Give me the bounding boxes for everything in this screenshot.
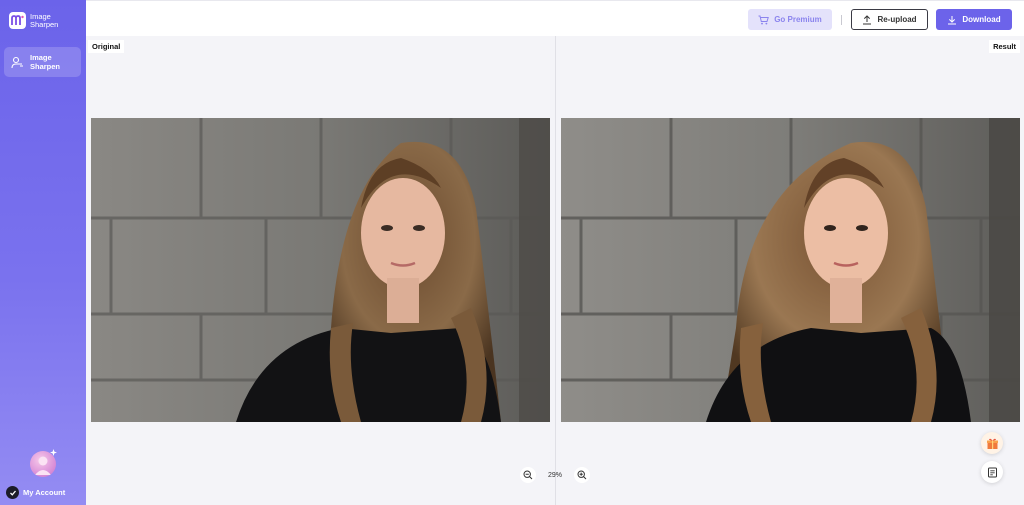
zoom-out-icon <box>523 470 533 480</box>
top-toolbar: Go Premium Re-upload Download <box>86 0 1024 36</box>
zoom-control: 29% <box>520 466 590 484</box>
feedback-button[interactable] <box>981 461 1003 483</box>
zoom-level: 29% <box>547 471 562 479</box>
my-account-button[interactable]: My Account <box>6 486 65 499</box>
re-upload-label: Re-upload <box>877 15 917 24</box>
shield-check-icon <box>6 486 19 499</box>
note-icon <box>987 467 997 477</box>
sharpen-icon <box>10 55 24 69</box>
compare-divider <box>555 36 556 505</box>
original-label: Original <box>88 40 125 53</box>
result-image <box>561 118 1020 422</box>
go-premium-button[interactable]: Go Premium <box>748 9 832 30</box>
download-label: Download <box>962 15 1001 24</box>
toolbar-divider <box>841 15 842 25</box>
go-premium-label: Go Premium <box>774 15 822 24</box>
sidebar-item-image-sharpen[interactable]: Image Sharpen <box>4 47 81 77</box>
result-label: Result <box>989 40 1020 53</box>
sidebar-item-label: Image Sharpen <box>30 53 61 71</box>
download-button[interactable]: Download <box>936 9 1012 30</box>
download-icon <box>948 15 957 24</box>
zoom-out-button[interactable] <box>520 467 536 483</box>
app-logo[interactable]: Image Sharpen <box>9 12 70 29</box>
logo-icon <box>9 12 26 29</box>
sparkle-icon <box>50 449 57 456</box>
sidebar: Image Sharpen Image Sharpen My Account <box>0 0 86 505</box>
gift-icon <box>986 438 998 449</box>
original-image <box>91 118 550 422</box>
gift-button[interactable] <box>981 432 1003 454</box>
cart-icon <box>758 15 770 24</box>
logo-text: Image Sharpen <box>30 11 59 29</box>
my-account-label: My Account <box>23 488 66 497</box>
zoom-in-icon <box>577 470 587 480</box>
re-upload-button[interactable]: Re-upload <box>851 9 928 30</box>
upload-icon <box>863 14 872 24</box>
zoom-in-button[interactable] <box>573 467 590 483</box>
